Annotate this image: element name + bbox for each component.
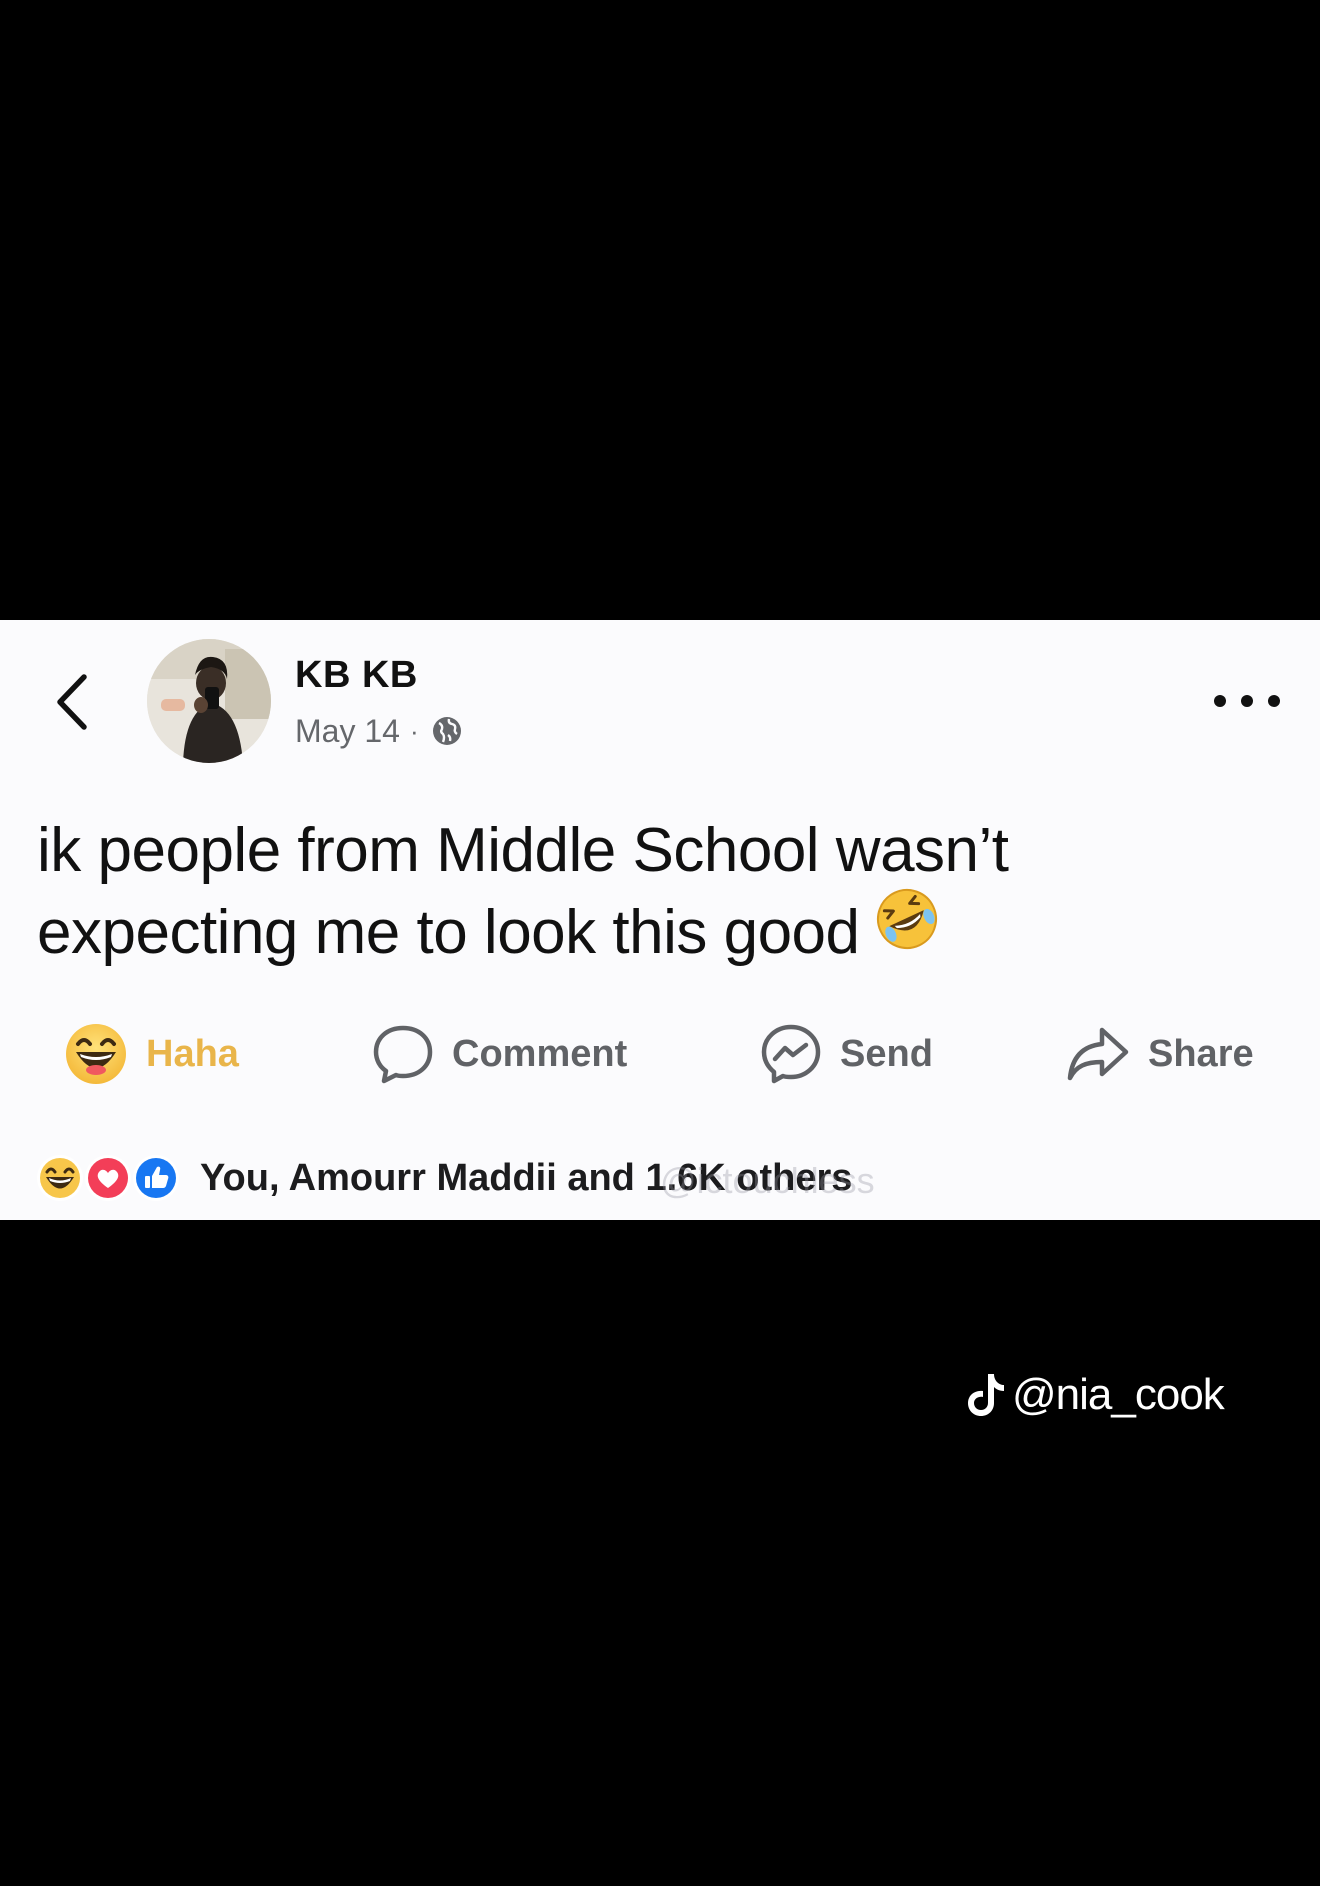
like-reaction-icon	[133, 1155, 179, 1201]
faint-watermark: @ictouchless	[660, 1160, 875, 1201]
share-label: Share	[1148, 1032, 1254, 1075]
haha-emoji-icon	[37, 1155, 83, 1201]
send-label: Send	[840, 1032, 933, 1075]
post-text-line-1: ik people from Middle School wasn’t	[37, 816, 1009, 885]
send-button[interactable]: Send	[760, 1022, 933, 1086]
haha-emoji-icon	[66, 1024, 126, 1084]
author-name[interactable]: KB KB	[295, 654, 418, 697]
more-options-button[interactable]	[1214, 680, 1280, 722]
comment-button[interactable]: Comment	[372, 1022, 627, 1086]
more-dot	[1268, 695, 1280, 707]
reaction-icon-stack	[36, 1151, 186, 1205]
post-meta: May 14 ·	[295, 710, 463, 752]
post-text: ik people from Middle School wasn’t expe…	[37, 810, 1277, 974]
post-date[interactable]: May 14	[295, 713, 400, 750]
post-text-line-2-text: expecting me to look this good	[37, 898, 860, 967]
chevron-left-icon	[57, 674, 87, 730]
rofl-emoji-icon	[874, 886, 940, 973]
share-button[interactable]: Share	[1066, 1022, 1254, 1086]
tiktok-logo-icon	[968, 1374, 1004, 1416]
meta-separator: ·	[409, 715, 419, 746]
back-button[interactable]	[50, 670, 94, 734]
comment-bubble-icon	[373, 1025, 433, 1084]
action-bar: Haha Comment Send Share	[0, 1022, 1320, 1086]
messenger-icon	[761, 1024, 821, 1084]
haha-label: Haha	[146, 1032, 239, 1075]
share-arrow-icon	[1067, 1027, 1129, 1081]
avatar[interactable]	[147, 639, 271, 763]
more-dot	[1214, 695, 1226, 707]
post-text-line-2: expecting me to look this good	[37, 889, 1277, 974]
comment-label: Comment	[452, 1032, 628, 1075]
avatar-photo	[147, 639, 271, 763]
globe-icon	[432, 717, 461, 745]
haha-reaction-button[interactable]: Haha	[64, 1022, 239, 1086]
tiktok-handle: @nia_cook	[1012, 1370, 1225, 1419]
more-dot	[1241, 695, 1253, 707]
tiktok-handle-tag: @nia_cook	[966, 1365, 1225, 1425]
love-reaction-icon	[85, 1155, 131, 1201]
